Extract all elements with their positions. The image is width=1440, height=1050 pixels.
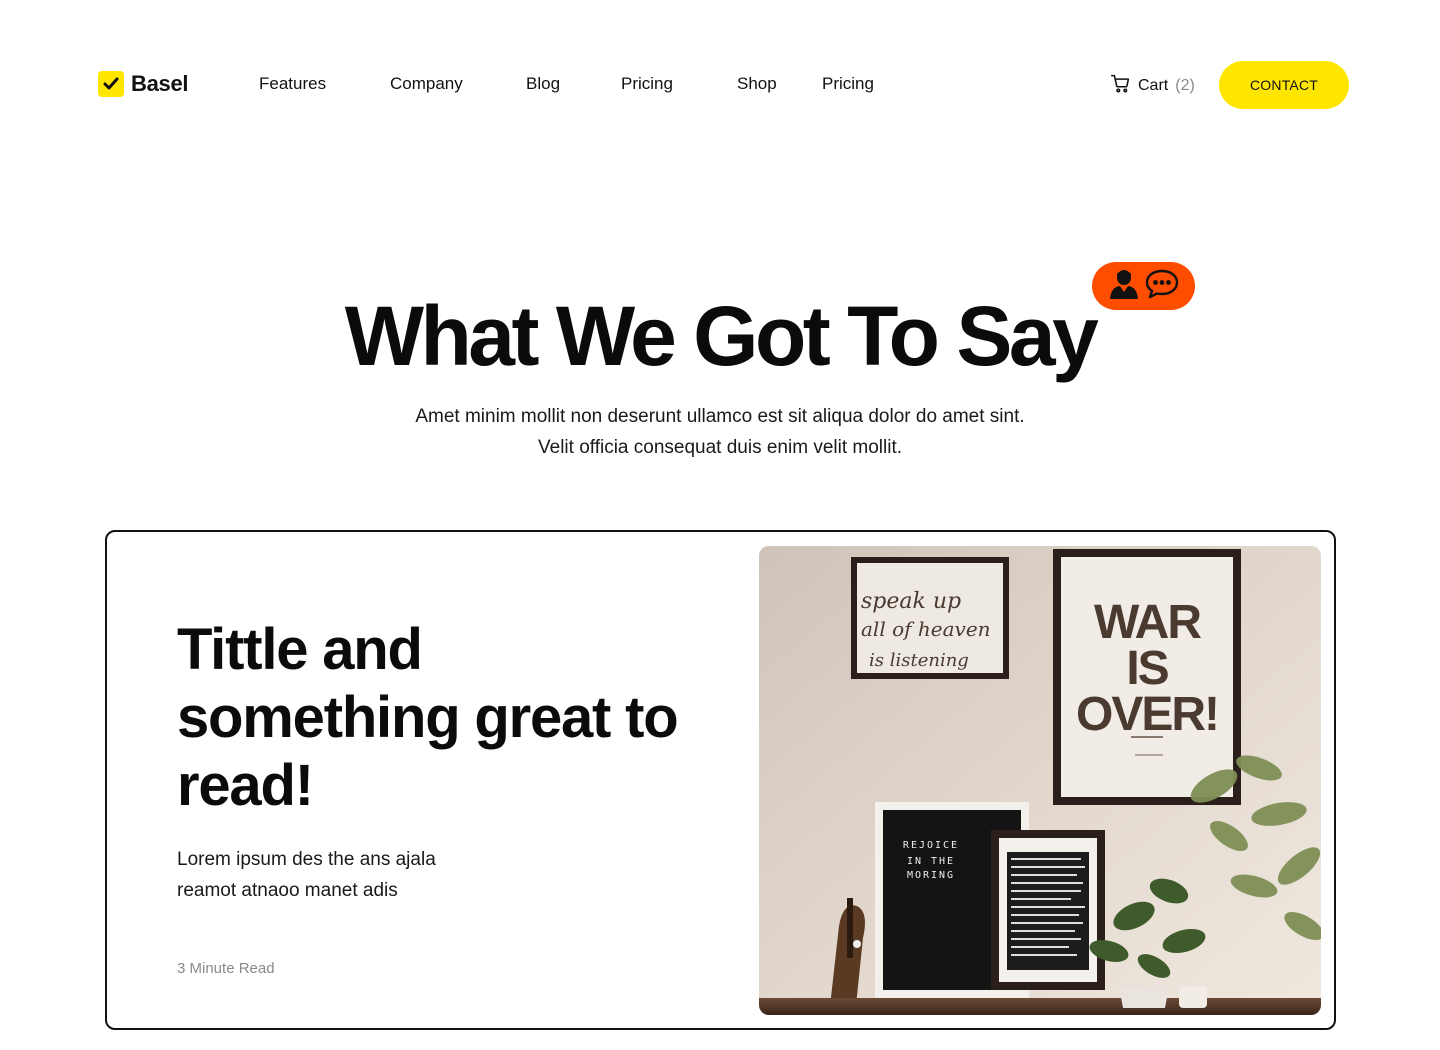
page-title: What We Got To Say <box>344 289 1099 383</box>
card-description: Lorem ipsum des the ans ajala reamot atn… <box>177 849 436 901</box>
hero-subtitle: Amet minim mollit non deserunt ullamco e… <box>0 401 1440 463</box>
person-icon <box>1109 268 1139 305</box>
cart-link[interactable]: Cart (2) <box>1110 73 1195 99</box>
nav-item-company[interactable]: Company <box>390 74 463 94</box>
frame1-text-line2: all of heaven <box>861 617 991 641</box>
read-time: 3 Minute Read <box>177 960 275 977</box>
frame1-text-line3: is listening <box>869 650 969 671</box>
chat-bubble-icon <box>1145 269 1179 304</box>
nav-item-features[interactable]: Features <box>259 74 326 94</box>
frame3-text-line3: MORING <box>907 870 955 881</box>
nav-item-pricing-2[interactable]: Pricing <box>822 74 874 94</box>
nav-item-pricing[interactable]: Pricing <box>621 74 673 94</box>
cart-count: (2) <box>1175 77 1195 94</box>
frame1-text-line1: speak up <box>861 589 961 614</box>
cart-icon <box>1110 73 1131 99</box>
hero-subtitle-line-1: Amet minim mollit non deserunt ullamco e… <box>415 406 1025 427</box>
frame2-text-over: OVER! <box>1076 688 1218 741</box>
site-header: Basel Features Company Blog Pricing Shop… <box>0 0 1440 170</box>
chat-badge[interactable] <box>1092 262 1195 310</box>
hero-subtitle-line-2: Velit officia consequat duis enim velit … <box>538 437 902 458</box>
frame3-text-line2: IN THE <box>907 856 955 867</box>
article-card[interactable]: Tittle and something great to read! Lore… <box>105 530 1336 1030</box>
article-image[interactable]: speak up all of heaven is listening WAR … <box>759 546 1321 1015</box>
card-title[interactable]: Tittle and something great to read! <box>177 616 697 820</box>
frame3-text-line1: REJOICE <box>903 840 959 851</box>
cart-label: Cart <box>1138 77 1169 94</box>
nav-item-blog[interactable]: Blog <box>526 74 560 94</box>
nav-item-shop[interactable]: Shop <box>737 74 777 94</box>
frames-on-wall-illustration: speak up all of heaven is listening WAR … <box>759 546 1321 1015</box>
brand-logo[interactable]: Basel <box>98 71 189 97</box>
checkmark-icon <box>98 71 124 97</box>
brand-name: Basel <box>131 71 189 96</box>
contact-button[interactable]: CONTACT <box>1219 61 1349 109</box>
